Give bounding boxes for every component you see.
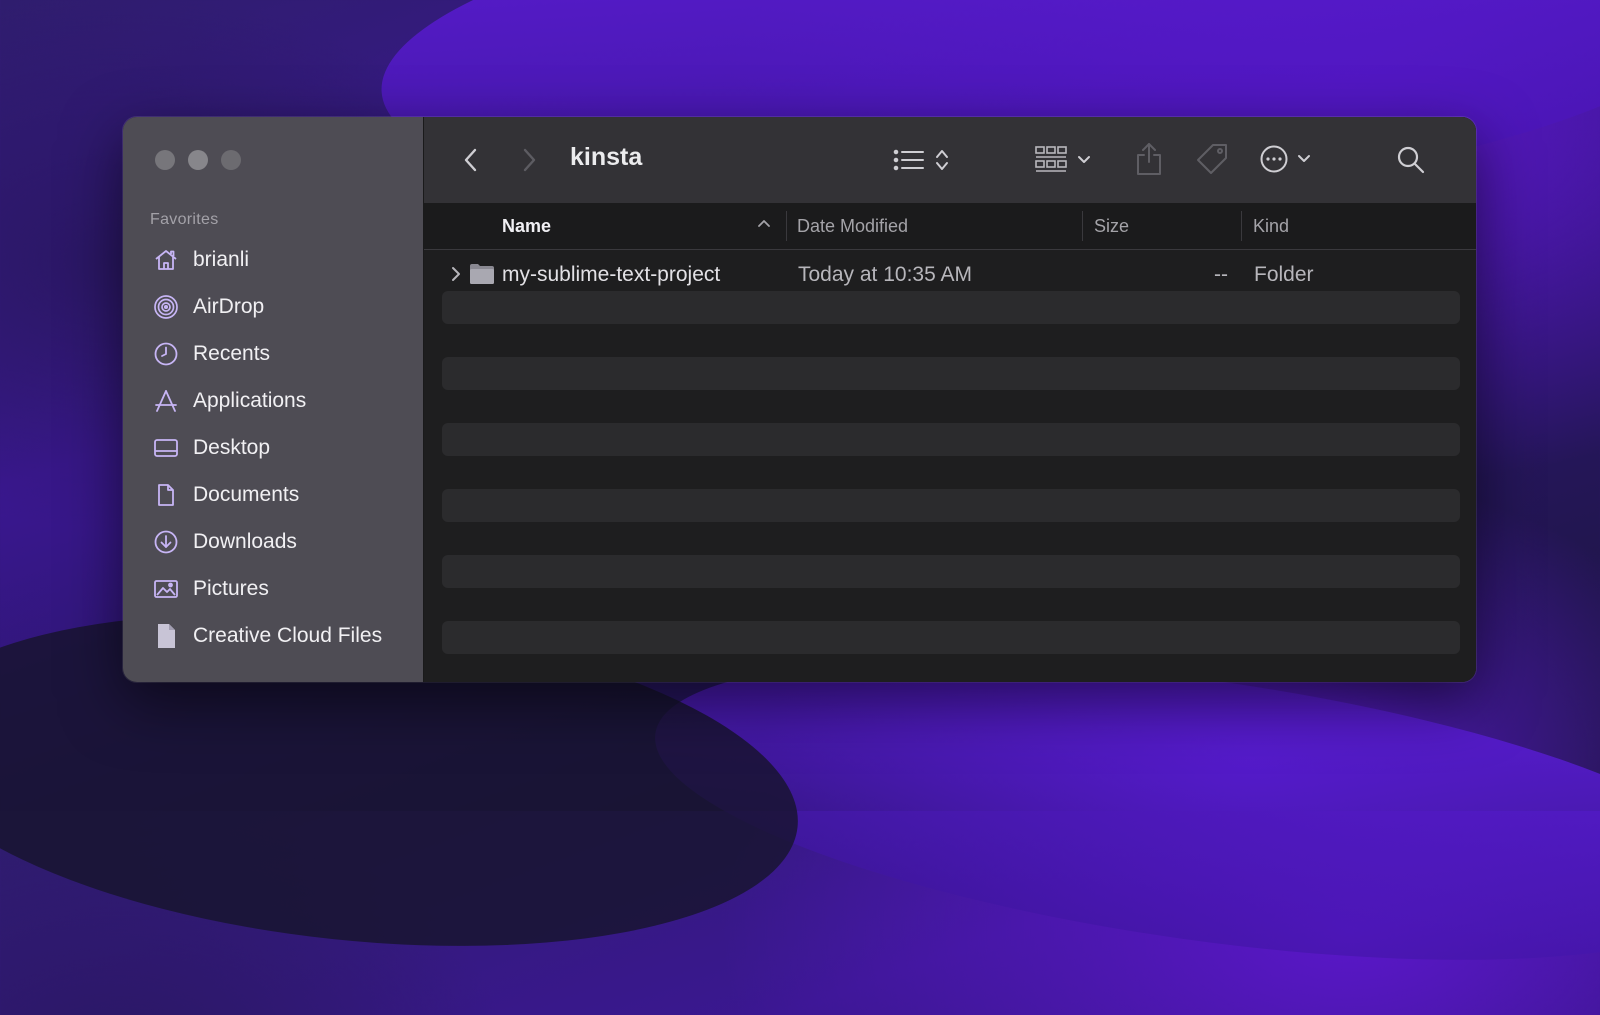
finder-window: Favorites brianli AirDrop Recents Applic…	[123, 117, 1476, 682]
column-header-bar: Name Date Modified Size Kind	[424, 203, 1476, 250]
sidebar-item-downloads[interactable]: Downloads	[123, 518, 423, 565]
sidebar-item-label: AirDrop	[193, 294, 265, 318]
toolbar: kinsta	[424, 117, 1476, 203]
share-icon	[1135, 142, 1163, 176]
search-button[interactable]	[1394, 143, 1428, 177]
sidebar-item-label: Creative Cloud Files	[193, 623, 383, 647]
sidebar-item-label: Pictures	[193, 576, 269, 600]
chevron-down-icon	[1077, 155, 1091, 165]
sort-ascending-icon[interactable]	[757, 214, 771, 239]
home-icon	[153, 247, 179, 273]
column-header-kind[interactable]: Kind	[1253, 216, 1289, 237]
empty-row-stripe	[442, 621, 1460, 654]
share-button[interactable]	[1134, 141, 1164, 177]
empty-row-stripe	[442, 423, 1460, 456]
back-button[interactable]	[460, 145, 482, 175]
empty-row-stripe	[442, 357, 1460, 390]
search-icon	[1396, 145, 1426, 175]
sidebar-list: brianli AirDrop Recents Applications Des…	[123, 236, 423, 659]
sidebar-item-label: Desktop	[193, 435, 271, 459]
sidebar-item-applications[interactable]: Applications	[123, 377, 423, 424]
tag-icon	[1195, 142, 1229, 176]
sidebar-item-brianli[interactable]: brianli	[123, 236, 423, 283]
sidebar-item-airdrop[interactable]: AirDrop	[123, 283, 423, 330]
tag-button[interactable]	[1194, 141, 1230, 177]
column-divider[interactable]	[1082, 211, 1083, 241]
airdrop-icon	[153, 294, 179, 320]
pictures-icon	[153, 576, 179, 602]
column-divider[interactable]	[1241, 211, 1242, 241]
file-size: --	[1214, 263, 1228, 286]
table-row[interactable]: my-sublime-text-project Today at 10:35 A…	[424, 259, 1476, 292]
file-kind: Folder	[1254, 263, 1314, 286]
sidebar-section-label: Favorites	[150, 211, 219, 228]
window-controls	[155, 150, 241, 170]
folder-icon	[469, 263, 495, 291]
sidebar-item-creative-cloud-files[interactable]: Creative Cloud Files	[123, 612, 423, 659]
forward-icon	[521, 147, 537, 173]
clock-icon	[153, 341, 179, 367]
file-list: my-sublime-text-project Today at 10:35 A…	[424, 250, 1476, 682]
file-icon	[153, 623, 179, 649]
file-name: my-sublime-text-project	[502, 263, 721, 286]
group-button[interactable]	[1032, 143, 1094, 177]
sort-chevrons-icon	[935, 148, 949, 172]
sidebar-item-desktop[interactable]: Desktop	[123, 424, 423, 471]
sidebar: Favorites brianli AirDrop Recents Applic…	[123, 117, 424, 682]
back-icon	[463, 147, 479, 173]
sidebar-item-label: Recents	[193, 341, 271, 365]
list-view-icon	[893, 148, 925, 172]
more-icon	[1259, 144, 1289, 174]
desktop-icon	[153, 435, 179, 461]
close-button[interactable]	[155, 150, 175, 170]
sidebar-item-recents[interactable]: Recents	[123, 330, 423, 377]
more-actions-button[interactable]	[1254, 141, 1316, 177]
sidebar-item-documents[interactable]: Documents	[123, 471, 423, 518]
forward-button[interactable]	[518, 145, 540, 175]
chevron-down-icon	[1297, 154, 1311, 164]
column-header-name[interactable]: Name	[502, 216, 551, 237]
column-header-date-modified[interactable]: Date Modified	[797, 216, 908, 237]
group-grid-icon	[1035, 145, 1067, 175]
empty-row-stripe	[442, 489, 1460, 522]
window-title: kinsta	[570, 143, 643, 171]
empty-row-stripe	[442, 555, 1460, 588]
document-icon	[153, 482, 179, 508]
disclosure-chevron-icon[interactable]	[450, 265, 462, 289]
sidebar-item-pictures[interactable]: Pictures	[123, 565, 423, 612]
sidebar-item-label: Downloads	[193, 529, 297, 553]
empty-row-stripe	[442, 291, 1460, 324]
column-divider[interactable]	[786, 211, 787, 241]
column-header-size[interactable]: Size	[1094, 216, 1129, 237]
download-icon	[153, 529, 179, 555]
sidebar-item-label: Documents	[193, 482, 300, 506]
sidebar-item-label: brianli	[193, 247, 250, 271]
minimize-button[interactable]	[188, 150, 208, 170]
sidebar-item-label: Applications	[193, 388, 307, 412]
file-date-modified: Today at 10:35 AM	[798, 263, 972, 286]
applications-icon	[153, 388, 179, 414]
view-options-button[interactable]	[886, 145, 956, 175]
zoom-button[interactable]	[221, 150, 241, 170]
content-area: kinsta Name Date Modified Size Kind my-s…	[424, 117, 1476, 682]
